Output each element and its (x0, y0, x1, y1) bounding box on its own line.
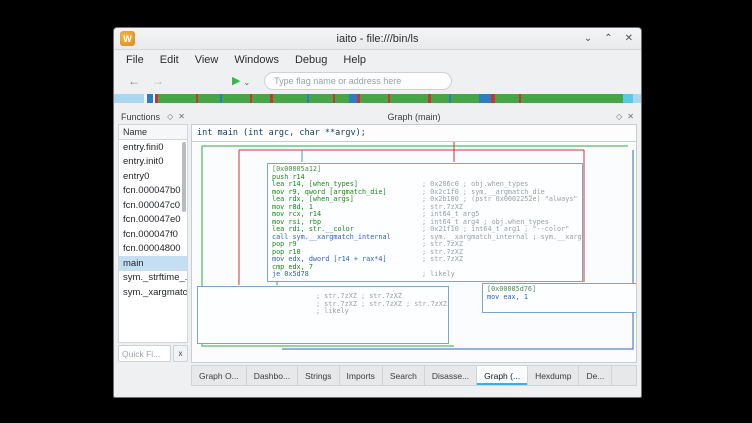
functions-filter: x (118, 345, 188, 362)
tab-imports[interactable]: Imports (340, 366, 383, 385)
asm-comment: ; str.7zXZ (422, 256, 463, 264)
tab-grapho[interactable]: Graph O... (192, 366, 247, 385)
memstrip-segment (431, 94, 449, 103)
graph-panel-header[interactable]: Graph (main) ◇ ✕ (191, 109, 637, 124)
tab-dashbo[interactable]: Dashbo... (247, 366, 298, 385)
graph-panel: Graph (main) ◇ ✕ int main (int argc, cha… (191, 109, 637, 386)
asm-line: mov edx, dword [r14 + rax*4]; str.7zXZ (272, 256, 582, 264)
function-list-item[interactable]: fcn.000047e0 (119, 213, 187, 228)
memstrip-segment (198, 94, 220, 103)
tab-strings[interactable]: Strings (298, 366, 339, 385)
function-list-item[interactable]: entry0 (119, 169, 187, 184)
tab-search[interactable]: Search (383, 366, 425, 385)
menu-view[interactable]: View (187, 54, 227, 66)
asm-line: mov eax, 1 (487, 294, 637, 302)
asm-instruction: mov eax, 1 (487, 294, 637, 302)
memstrip-segment (252, 94, 270, 103)
menu-help[interactable]: Help (335, 54, 374, 66)
function-list-item[interactable]: sym._xargmatch... (119, 285, 187, 300)
memstrip-segment (222, 94, 250, 103)
clear-filter-button[interactable]: x (173, 345, 188, 362)
functions-panel-title: Functions (121, 112, 160, 122)
memstrip-segment (521, 94, 623, 103)
asm-comment: ; likely (422, 271, 455, 279)
window-title: iaito - file:///bin/ls (337, 33, 419, 45)
chevron-down-icon[interactable]: ⌄ (243, 78, 250, 87)
dock-area: Functions ◇ ✕ Name entry.fini0entry.init… (114, 105, 641, 397)
functions-column-header[interactable]: Name (118, 124, 188, 140)
search-input[interactable] (264, 72, 452, 90)
app-window: W iaito - file:///bin/ls ⌄ ⌃ ✕ FileEditV… (113, 27, 642, 398)
basic-block-right[interactable]: [0x00005d76]mov eax, 1 (482, 283, 637, 313)
minimize-button[interactable]: ⌄ (584, 33, 592, 44)
basic-block-main[interactable]: [0x00005a12]push r14lea r14, [when_types… (267, 163, 583, 282)
memory-map-strip[interactable] (114, 94, 641, 103)
forward-icon[interactable]: → (152, 74, 164, 88)
back-icon[interactable]: ← (128, 74, 140, 88)
asm-line: ; likely (198, 308, 448, 316)
functions-list: entry.fini0entry.init0entry0fcn.000047b0… (118, 140, 188, 343)
play-icon[interactable]: ▶ (232, 74, 240, 87)
graph-panel-title: Graph (main) (387, 112, 440, 122)
function-list-item[interactable]: entry.init0 (119, 155, 187, 170)
menu-file[interactable]: File (118, 54, 152, 66)
function-list-item[interactable]: fcn.000047b0 (119, 184, 187, 199)
float-dock-icon[interactable]: ◇ (167, 112, 173, 121)
functions-panel-header[interactable]: Functions ◇ ✕ (118, 109, 188, 124)
tab-hexdump[interactable]: Hexdump (528, 366, 579, 385)
function-list-item[interactable]: sym._strftime_... (119, 271, 187, 286)
float-dock-icon[interactable]: ◇ (616, 112, 622, 121)
memstrip-segment (360, 94, 388, 103)
menu-windows[interactable]: Windows (226, 54, 287, 66)
app-logo-icon: W (120, 31, 135, 46)
function-list-item[interactable]: fcn.000047f0 (119, 227, 187, 242)
tab-disasse[interactable]: Disasse... (425, 366, 477, 385)
memstrip-segment (633, 94, 641, 103)
graph-canvas[interactable]: [0x00005a12]push r14lea r14, [when_types… (191, 142, 637, 363)
scrollbar[interactable] (182, 142, 186, 212)
close-dock-icon[interactable]: ✕ (178, 112, 185, 121)
tab-graph[interactable]: Graph (... (477, 366, 528, 385)
functions-panel: Functions ◇ ✕ Name entry.fini0entry.init… (118, 109, 188, 362)
function-list-item[interactable]: main (119, 256, 187, 271)
asm-line: [0x00005a12] (272, 166, 582, 174)
memstrip-segment (114, 94, 144, 103)
window-controls: ⌄ ⌃ ✕ (584, 28, 633, 49)
basic-block-left[interactable]: ; str.7zXZ ; str.7zXZ; str.7zXZ ; str.7z… (197, 286, 449, 344)
memstrip-segment (451, 94, 479, 103)
memstrip-segment (273, 94, 307, 103)
memstrip-segment (495, 94, 519, 103)
close-button[interactable]: ✕ (625, 33, 633, 44)
bottom-tabbar: Graph O...Dashbo...StringsImportsSearchD… (191, 365, 637, 386)
function-list-item[interactable]: fcn.000047c0 (119, 198, 187, 213)
tab-de[interactable]: De... (579, 366, 612, 385)
function-list-item[interactable]: fcn.00004800 (119, 242, 187, 257)
memstrip-segment (623, 94, 633, 103)
memstrip-segment (309, 94, 333, 103)
titlebar[interactable]: W iaito - file:///bin/ls ⌄ ⌃ ✕ (114, 28, 641, 50)
desktop-background: W iaito - file:///bin/ls ⌄ ⌃ ✕ FileEditV… (0, 0, 752, 423)
asm-comment: ; likely (316, 308, 349, 316)
menu-edit[interactable]: Edit (152, 54, 187, 66)
asm-instruction: je 0x5d78 (272, 271, 422, 279)
memstrip-segment (158, 94, 196, 103)
close-dock-icon[interactable]: ✕ (627, 112, 634, 121)
asm-line: je 0x5d78; likely (272, 271, 582, 279)
function-list-item[interactable]: entry.fini0 (119, 140, 187, 155)
menubar: FileEditViewWindowsDebugHelp (114, 50, 641, 69)
memstrip-segment (335, 94, 349, 103)
memstrip-segment (479, 94, 491, 103)
toolbar: ← → ▶ ⌄ (114, 69, 641, 92)
function-signature: int main (int argc, char **argv); (191, 124, 637, 142)
memstrip-segment (349, 94, 357, 103)
memstrip-segment (390, 94, 428, 103)
quick-filter-input[interactable] (118, 345, 171, 362)
menu-debug[interactable]: Debug (287, 54, 335, 66)
maximize-button[interactable]: ⌃ (604, 33, 612, 44)
